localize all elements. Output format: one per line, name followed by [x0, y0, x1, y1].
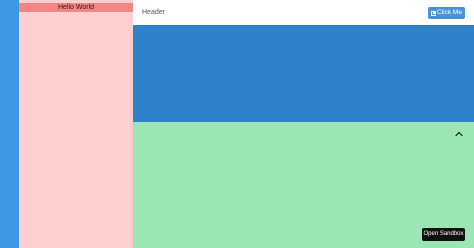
open-sandbox-button[interactable]: Open Sandbox — [422, 228, 465, 241]
click-me-label: Click Me — [437, 9, 462, 16]
sidebar-banner: Hello World — [19, 3, 133, 12]
click-me-button[interactable]: Click Me — [428, 7, 465, 19]
sidebar: Hello World — [19, 0, 133, 248]
header-title: Header — [142, 9, 165, 16]
header: Header Click Me — [133, 0, 474, 25]
blue-panel — [133, 25, 474, 122]
app-root: Hello World Header Click Me Open Sandbox — [0, 0, 474, 248]
chevron-up-icon — [455, 131, 463, 137]
left-rail — [0, 0, 19, 248]
collapse-toggle[interactable] — [454, 126, 464, 137]
green-panel: Open Sandbox — [133, 122, 474, 248]
calendar-icon — [431, 10, 437, 16]
